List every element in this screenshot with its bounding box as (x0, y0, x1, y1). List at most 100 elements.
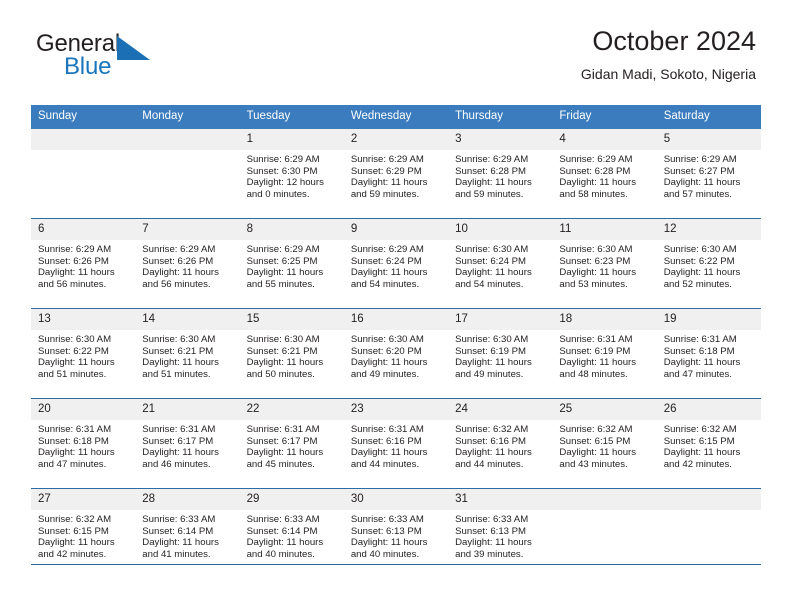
day-detail-line: and 47 minutes. (663, 368, 732, 380)
day-detail-line: and 47 minutes. (38, 458, 107, 470)
calendar-week-row: 1 Sunrise: 6:29 AM Sunset: 6:30 PM Daylight… (31, 129, 761, 219)
day-detail-line: Sunrise: 6:32 AM (559, 424, 633, 435)
day-detail-line: Sunrise: 6:31 AM (246, 424, 320, 435)
logo-text-blue: Blue (64, 53, 112, 80)
day-detail-line: Sunset: 6:19 PM (455, 345, 527, 357)
general-blue-logo[interactable]: General Blue (36, 30, 154, 88)
calendar-day-cell-empty (31, 129, 136, 219)
day-detail-line: Daylight: 11 hours (38, 447, 115, 459)
day-details: Sunrise: 6:29 AM Sunset: 6:28 PM Daylight:… (448, 150, 552, 200)
day-detail-line: and 54 minutes. (350, 278, 420, 290)
day-details: Sunrise: 6:31 AM Sunset: 6:18 PM Daylight:… (31, 420, 135, 470)
calendar-day-cell[interactable]: 23 Sunrise: 6:31 AM Sunset: 6:16 PM Dayligh… (343, 398, 449, 489)
calendar-day-cell[interactable]: 8 Sunrise: 6:29 AM Sunset: 6:25 PM Daylight… (239, 218, 344, 309)
day-detail-line: Daylight: 11 hours (246, 267, 324, 279)
day-detail-line: Sunset: 6:24 PM (455, 255, 527, 267)
day-details: Sunrise: 6:32 AM Sunset: 6:15 PM Daylight:… (552, 420, 656, 470)
calendar-day-cell[interactable]: 24 Sunrise: 6:32 AM Sunset: 6:16 PM Dayligh… (448, 398, 553, 489)
day-detail-line: and 39 minutes. (455, 548, 524, 560)
day-detail-line: Sunset: 6:22 PM (38, 345, 109, 357)
day-details: Sunrise: 6:30 AM Sunset: 6:20 PM Daylight:… (344, 330, 448, 380)
calendar-day-cell[interactable]: 7 Sunrise: 6:29 AM Sunset: 6:26 PM Daylight… (135, 218, 240, 309)
day-detail-line: Daylight: 11 hours (142, 267, 219, 279)
calendar-day-cell[interactable]: 10 Sunrise: 6:30 AM Sunset: 6:24 PM Dayligh… (448, 218, 553, 309)
calendar-grid: Sunday Monday Tuesday Wednesday Thursday Frid… (31, 105, 761, 578)
day-detail-line: Daylight: 11 hours (350, 267, 428, 279)
weekday-header-friday: Friday (552, 105, 657, 129)
day-detail-line: Daylight: 11 hours (142, 537, 219, 549)
day-detail-line: Daylight: 11 hours (455, 447, 532, 459)
day-detail-line: Sunset: 6:15 PM (559, 435, 631, 447)
day-detail-line: Sunrise: 6:33 AM (142, 514, 216, 525)
calendar-day-cell[interactable]: 12 Sunrise: 6:30 AM Sunset: 6:22 PM Dayligh… (656, 218, 761, 309)
day-details: Sunrise: 6:29 AM Sunset: 6:29 PM Daylight:… (344, 150, 448, 200)
calendar-day-cell[interactable]: 5 Sunrise: 6:29 AM Sunset: 6:27 PM Daylight… (656, 129, 761, 219)
calendar-week-row: 6 Sunrise: 6:29 AM Sunset: 6:26 PM Daylight… (31, 218, 761, 309)
day-detail-line: Daylight: 11 hours (455, 357, 532, 369)
weekday-header-wednesday: Wednesday (343, 105, 449, 129)
day-detail-line: Sunset: 6:16 PM (350, 435, 422, 447)
day-detail-line: Sunrise: 6:30 AM (455, 244, 529, 255)
day-detail-line: Sunset: 6:19 PM (559, 345, 631, 357)
day-detail-line: Sunset: 6:13 PM (455, 525, 527, 537)
day-details: Sunrise: 6:33 AM Sunset: 6:14 PM Daylight:… (240, 510, 344, 560)
day-number: 23 (343, 399, 449, 420)
day-detail-line: and 49 minutes. (350, 368, 420, 380)
day-details: Sunrise: 6:29 AM Sunset: 6:26 PM Daylight:… (135, 240, 239, 290)
calendar-day-cell[interactable]: 18 Sunrise: 6:31 AM Sunset: 6:19 PM Dayligh… (552, 308, 657, 399)
day-number: 16 (343, 309, 449, 330)
day-details: Sunrise: 6:30 AM Sunset: 6:19 PM Daylight:… (448, 330, 552, 380)
day-detail-line: Sunrise: 6:33 AM (455, 514, 529, 525)
day-number: 18 (552, 309, 657, 330)
calendar-day-cell[interactable]: 3 Sunrise: 6:29 AM Sunset: 6:28 PM Daylight… (448, 129, 553, 219)
day-detail-line: and 59 minutes. (455, 188, 524, 200)
calendar-day-cell[interactable]: 2 Sunrise: 6:29 AM Sunset: 6:29 PM Daylight… (343, 129, 449, 219)
day-number: 30 (343, 489, 449, 510)
day-detail-line: Sunrise: 6:31 AM (559, 334, 633, 345)
day-detail-line: and 0 minutes. (246, 188, 310, 200)
calendar-day-cell[interactable]: 19 Sunrise: 6:31 AM Sunset: 6:18 PM Dayligh… (656, 308, 761, 399)
day-detail-line: Sunrise: 6:29 AM (663, 154, 737, 165)
day-detail-line: Sunrise: 6:30 AM (559, 244, 633, 255)
calendar-day-cell[interactable]: 15 Sunrise: 6:30 AM Sunset: 6:21 PM Dayligh… (239, 308, 344, 399)
calendar-day-cell[interactable]: 4 Sunrise: 6:29 AM Sunset: 6:28 PM Daylight… (552, 129, 657, 219)
calendar-day-cell[interactable]: 26 Sunrise: 6:32 AM Sunset: 6:15 PM Dayligh… (656, 398, 761, 489)
day-detail-line: and 40 minutes. (350, 548, 420, 560)
day-detail-line: Sunrise: 6:33 AM (246, 514, 320, 525)
calendar-day-cell[interactable]: 14 Sunrise: 6:30 AM Sunset: 6:21 PM Dayligh… (135, 308, 240, 399)
calendar-day-cell[interactable]: 20 Sunrise: 6:31 AM Sunset: 6:18 PM Dayligh… (31, 398, 136, 489)
day-number: 28 (135, 489, 240, 510)
page-header: General Blue October 2024 Gidan Madi, So… (0, 22, 792, 98)
calendar-day-cell[interactable]: 9 Sunrise: 6:29 AM Sunset: 6:24 PM Daylight… (343, 218, 449, 309)
weekday-header-saturday: Saturday (656, 105, 761, 129)
day-number: 1 (239, 129, 344, 150)
calendar-day-cell[interactable]: 21 Sunrise: 6:31 AM Sunset: 6:17 PM Dayligh… (135, 398, 240, 489)
day-detail-line: Sunrise: 6:32 AM (455, 424, 529, 435)
calendar-day-cell[interactable]: 25 Sunrise: 6:32 AM Sunset: 6:15 PM Dayligh… (552, 398, 657, 489)
day-details: Sunrise: 6:33 AM Sunset: 6:13 PM Daylight:… (344, 510, 448, 560)
day-number: 8 (239, 219, 344, 240)
day-detail-line: and 45 minutes. (246, 458, 315, 470)
day-detail-line: Sunrise: 6:31 AM (38, 424, 112, 435)
day-detail-line: Sunrise: 6:29 AM (246, 244, 320, 255)
calendar-table: Sunday Monday Tuesday Wednesday Thursday Frid… (31, 105, 761, 578)
day-details: Sunrise: 6:30 AM Sunset: 6:22 PM Daylight:… (31, 330, 135, 380)
calendar-day-cell[interactable]: 22 Sunrise: 6:31 AM Sunset: 6:17 PM Dayligh… (239, 398, 344, 489)
calendar-day-cell[interactable]: 1 Sunrise: 6:29 AM Sunset: 6:30 PM Daylight… (239, 129, 344, 219)
day-detail-line: Sunrise: 6:31 AM (350, 424, 424, 435)
calendar-week-row: 13 Sunrise: 6:30 AM Sunset: 6:22 PM Dayligh… (31, 308, 761, 399)
day-details: Sunrise: 6:30 AM Sunset: 6:23 PM Daylight:… (552, 240, 656, 290)
day-details: Sunrise: 6:29 AM Sunset: 6:27 PM Daylight:… (657, 150, 761, 200)
day-number: 19 (656, 309, 761, 330)
day-detail-line: and 42 minutes. (38, 548, 107, 560)
day-detail-line: Daylight: 11 hours (559, 447, 637, 459)
calendar-day-cell[interactable]: 17 Sunrise: 6:30 AM Sunset: 6:19 PM Dayligh… (448, 308, 553, 399)
day-number: 4 (552, 129, 657, 150)
day-detail-line: Sunset: 6:20 PM (350, 345, 422, 357)
calendar-day-cell[interactable]: 11 Sunrise: 6:30 AM Sunset: 6:23 PM Dayligh… (552, 218, 657, 309)
calendar-day-cell[interactable]: 16 Sunrise: 6:30 AM Sunset: 6:20 PM Dayligh… (343, 308, 449, 399)
calendar-day-cell[interactable]: 13 Sunrise: 6:30 AM Sunset: 6:22 PM Dayligh… (31, 308, 136, 399)
day-detail-line: Sunset: 6:15 PM (38, 525, 109, 537)
calendar-day-cell[interactable]: 6 Sunrise: 6:29 AM Sunset: 6:26 PM Daylight… (31, 218, 136, 309)
day-number: 10 (448, 219, 553, 240)
